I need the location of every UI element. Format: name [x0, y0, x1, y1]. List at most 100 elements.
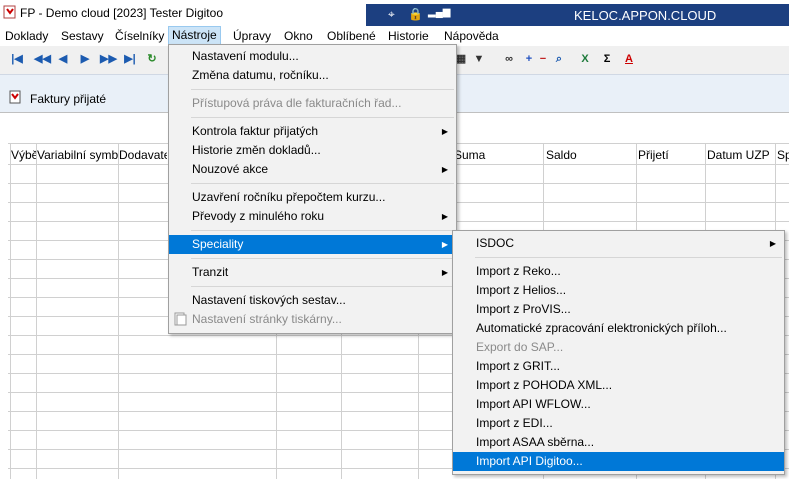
- menu-item-tiskove-sestavy[interactable]: Nastavení tiskových sestav...: [169, 291, 456, 310]
- menu-item-import-helios[interactable]: Import z Helios...: [453, 281, 784, 300]
- menu-item-uzavreni-rocniku[interactable]: Uzavření ročníku přepočtem kurzu...: [169, 188, 456, 207]
- menu-separator: [475, 257, 782, 258]
- menu-item-label: Nastavení modulu...: [192, 49, 299, 63]
- prev-page-icon[interactable]: ◀◀: [34, 51, 51, 67]
- menu-item-nastaveni-modulu[interactable]: Nastavení modulu...: [169, 47, 456, 66]
- column-header-variabilni-symbol[interactable]: Variabilní symbol: [37, 146, 119, 164]
- menu-separator: [191, 183, 454, 184]
- menu-item-export-sap: Export do SAP...: [453, 338, 784, 357]
- grid-line: [36, 143, 37, 479]
- menu-bar: Doklady Sestavy Číselníky Nástroje Úprav…: [0, 26, 789, 46]
- menu-item-import-wflow[interactable]: Import API WFLOW...: [453, 395, 784, 414]
- menu-item-label: Speciality: [192, 237, 244, 251]
- column-header-suma[interactable]: Suma: [454, 146, 542, 164]
- title-bar: FP - Demo cloud [2023] Tester Digitoo ⌖ …: [0, 0, 789, 26]
- submenu-arrow-icon: ▶: [441, 165, 448, 174]
- grid-line: [10, 143, 11, 479]
- menu-item-label: Převody z minulého roku: [192, 209, 325, 223]
- menu-item-prevody[interactable]: Převody z minulého roku ▶: [169, 207, 456, 226]
- menu-item-label: Export do SAP...: [476, 340, 564, 354]
- menu-item-label: Import z Reko...: [476, 264, 561, 278]
- menu-okno[interactable]: Okno: [281, 28, 316, 44]
- menu-item-import-asaa[interactable]: Import ASAA sběrna...: [453, 433, 784, 452]
- menu-item-label: Nastavení tiskových sestav...: [192, 293, 346, 307]
- remove-icon[interactable]: −: [536, 51, 550, 67]
- menu-item-label: Import z Helios...: [476, 283, 567, 297]
- menu-upravy[interactable]: Úpravy: [230, 28, 274, 44]
- menu-item-import-digitoo[interactable]: Import API Digitoo...: [453, 452, 784, 471]
- menu-item-label: Import z ProVIS...: [476, 302, 571, 316]
- document-icon: [9, 90, 21, 104]
- column-header-vyber[interactable]: Výběr: [11, 146, 37, 164]
- menu-item-import-provis[interactable]: Import z ProVIS...: [453, 300, 784, 319]
- menu-item-label: Historie změn dokladů...: [192, 143, 321, 157]
- document-title: Faktury přijaté: [30, 92, 107, 106]
- column-header-dodavatel[interactable]: Dodavatel: [119, 146, 167, 164]
- menu-item-label: Import z EDI...: [476, 416, 553, 430]
- submenu-arrow-icon: ▶: [441, 212, 448, 221]
- menu-sestavy[interactable]: Sestavy: [58, 28, 107, 44]
- app-icon: [3, 5, 16, 19]
- search-icon[interactable]: ⌕: [552, 51, 566, 67]
- menu-historie[interactable]: Historie: [385, 28, 432, 44]
- menu-item-label: Nastavení stránky tiskárny...: [192, 312, 342, 326]
- menu-oblibene[interactable]: Oblíbené: [324, 28, 379, 44]
- sigma-icon[interactable]: Σ: [600, 51, 614, 67]
- menu-item-nouzove-akce[interactable]: Nouzové akce ▶: [169, 160, 456, 179]
- last-record-icon[interactable]: ▶|: [123, 51, 137, 67]
- first-record-icon[interactable]: |◀: [10, 51, 24, 67]
- menu-separator: [191, 117, 454, 118]
- menu-item-historie-zmen[interactable]: Historie změn dokladů...: [169, 141, 456, 160]
- menu-item-tranzit[interactable]: Tranzit ▶: [169, 263, 456, 282]
- speciality-submenu: ISDOC ▶ Import z Reko... Import z Helios…: [452, 230, 785, 475]
- menu-separator: [191, 258, 454, 259]
- add-icon[interactable]: +: [522, 51, 536, 67]
- menu-napoveda[interactable]: Nápověda: [441, 28, 502, 44]
- prev-record-icon[interactable]: ◀: [56, 51, 70, 67]
- menu-item-kontrola-faktur[interactable]: Kontrola faktur přijatých ▶: [169, 122, 456, 141]
- filter-icon[interactable]: ▼: [472, 51, 486, 67]
- menu-item-speciality[interactable]: Speciality ▶: [169, 235, 456, 254]
- menu-item-pristupova-prava: Přístupová práva dle fakturačních řad...: [169, 94, 456, 113]
- menu-item-import-pohoda[interactable]: Import z POHODA XML...: [453, 376, 784, 395]
- pin-icon[interactable]: ⌖: [388, 7, 395, 22]
- menu-item-label: Import ASAA sběrna...: [476, 435, 595, 449]
- menu-item-isdoc[interactable]: ISDOC ▶: [453, 234, 784, 253]
- lock-icon: 🔒: [408, 7, 423, 21]
- menu-doklady[interactable]: Doklady: [2, 28, 51, 44]
- menu-item-label: Změna datumu, ročníku...: [192, 68, 329, 82]
- menu-ciselniky[interactable]: Číselníky: [112, 28, 167, 44]
- text-color-icon[interactable]: A: [622, 51, 636, 67]
- menu-item-label: Uzavření ročníku přepočtem kurzu...: [192, 190, 386, 204]
- next-record-icon[interactable]: ▶: [78, 51, 92, 67]
- menu-item-label: Kontrola faktur přijatých: [192, 124, 319, 138]
- tools-menu: Nastavení modulu... Změna datumu, ročník…: [168, 44, 457, 334]
- menu-item-label: Automatické zpracování elektronických př…: [476, 321, 727, 335]
- submenu-arrow-icon: ▶: [769, 239, 776, 248]
- menu-item-label: Tranzit: [192, 265, 229, 279]
- column-header-datum-uzp[interactable]: Datum UZP: [707, 146, 775, 164]
- column-header-sp[interactable]: Sp: [777, 146, 789, 164]
- menu-separator: [191, 286, 454, 287]
- remote-session-bar: ⌖ 🔒 ▂▄▆ KELOC.APPON.CLOUD: [366, 4, 789, 26]
- menu-item-label: Import z POHODA XML...: [476, 378, 613, 392]
- menu-item-zmena-datumu[interactable]: Změna datumu, ročníku...: [169, 66, 456, 85]
- menu-item-label: Import API Digitoo...: [476, 454, 583, 468]
- menu-item-stranka-tiskarny: Nastavení stránky tiskárny...: [169, 310, 456, 329]
- submenu-arrow-icon: ▶: [441, 127, 448, 136]
- excel-icon[interactable]: X: [578, 51, 592, 67]
- remote-title: KELOC.APPON.CLOUD: [574, 8, 717, 23]
- menu-item-import-grit[interactable]: Import z GRIT...: [453, 357, 784, 376]
- signal-icon: ▂▄▆: [428, 7, 451, 18]
- menu-nastroje[interactable]: Nástroje: [168, 26, 221, 45]
- refresh-icon[interactable]: ↻: [145, 51, 159, 67]
- submenu-arrow-icon: ▶: [441, 240, 448, 249]
- menu-separator: [191, 230, 454, 231]
- menu-item-auto-prilohy[interactable]: Automatické zpracování elektronických př…: [453, 319, 784, 338]
- menu-item-import-reko[interactable]: Import z Reko...: [453, 262, 784, 281]
- next-page-icon[interactable]: ▶▶: [100, 51, 117, 67]
- binoculars-icon[interactable]: ∞: [502, 51, 516, 67]
- column-header-prijeti[interactable]: Přijetí: [638, 146, 704, 164]
- column-header-saldo[interactable]: Saldo: [546, 146, 634, 164]
- menu-item-import-edi[interactable]: Import z EDI...: [453, 414, 784, 433]
